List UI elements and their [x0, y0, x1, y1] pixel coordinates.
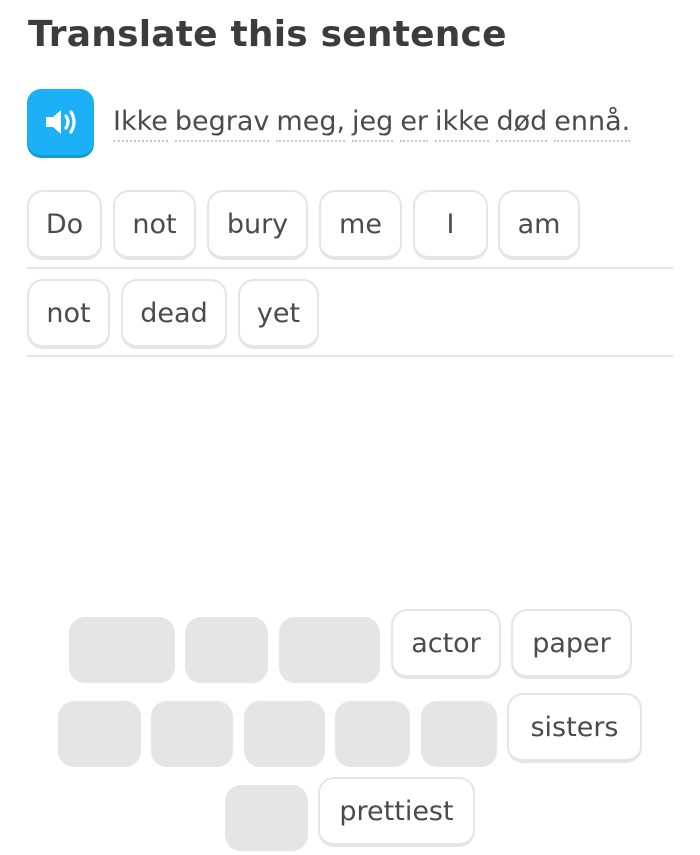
word-bank-chip[interactable]: paper	[511, 609, 632, 679]
play-audio-button[interactable]	[27, 89, 94, 155]
prompt-word[interactable]: ikke	[435, 106, 490, 142]
answer-word-chip[interactable]: not	[113, 190, 196, 260]
used-word-slot	[244, 701, 325, 767]
answer-line	[27, 267, 673, 269]
prompt-word[interactable]: død	[496, 106, 548, 142]
answer-word-chip[interactable]: I	[413, 190, 488, 260]
prompt-word[interactable]: jeg	[352, 106, 394, 142]
used-word-slot	[69, 617, 175, 683]
used-word-slot	[335, 701, 410, 767]
answer-word-chip[interactable]: me	[319, 190, 402, 260]
prompt-word[interactable]: meg,	[276, 106, 346, 142]
word-bank-chip[interactable]: prettiest	[318, 777, 475, 847]
used-word-slot	[185, 617, 268, 683]
used-word-slot	[279, 617, 380, 683]
answer-word-chip[interactable]: am	[498, 190, 580, 260]
answer-word-chip[interactable]: bury	[207, 190, 308, 260]
answer-word-chip[interactable]: dead	[121, 279, 227, 349]
speaker-icon	[45, 110, 76, 134]
answer-line	[27, 355, 673, 357]
prompt-word[interactable]: Ikke	[113, 106, 168, 142]
used-word-slot	[58, 701, 141, 767]
prompt-word[interactable]: er	[400, 106, 429, 142]
word-bank-chip[interactable]: sisters	[507, 693, 642, 763]
prompt-sentence: Ikke begrav meg, jeg er ikke død ennå.	[113, 106, 631, 142]
answer-word-chip[interactable]: not	[27, 279, 110, 349]
page-title: Translate this sentence	[28, 14, 507, 55]
answer-word-chip[interactable]: yet	[238, 279, 319, 349]
used-word-slot	[151, 701, 233, 767]
prompt-word[interactable]: ennå.	[554, 106, 631, 142]
word-bank-chip[interactable]: actor	[391, 609, 501, 679]
answer-word-chip[interactable]: Do	[27, 190, 102, 260]
used-word-slot	[225, 785, 308, 851]
prompt-word[interactable]: begrav	[174, 106, 270, 142]
used-word-slot	[421, 701, 497, 767]
